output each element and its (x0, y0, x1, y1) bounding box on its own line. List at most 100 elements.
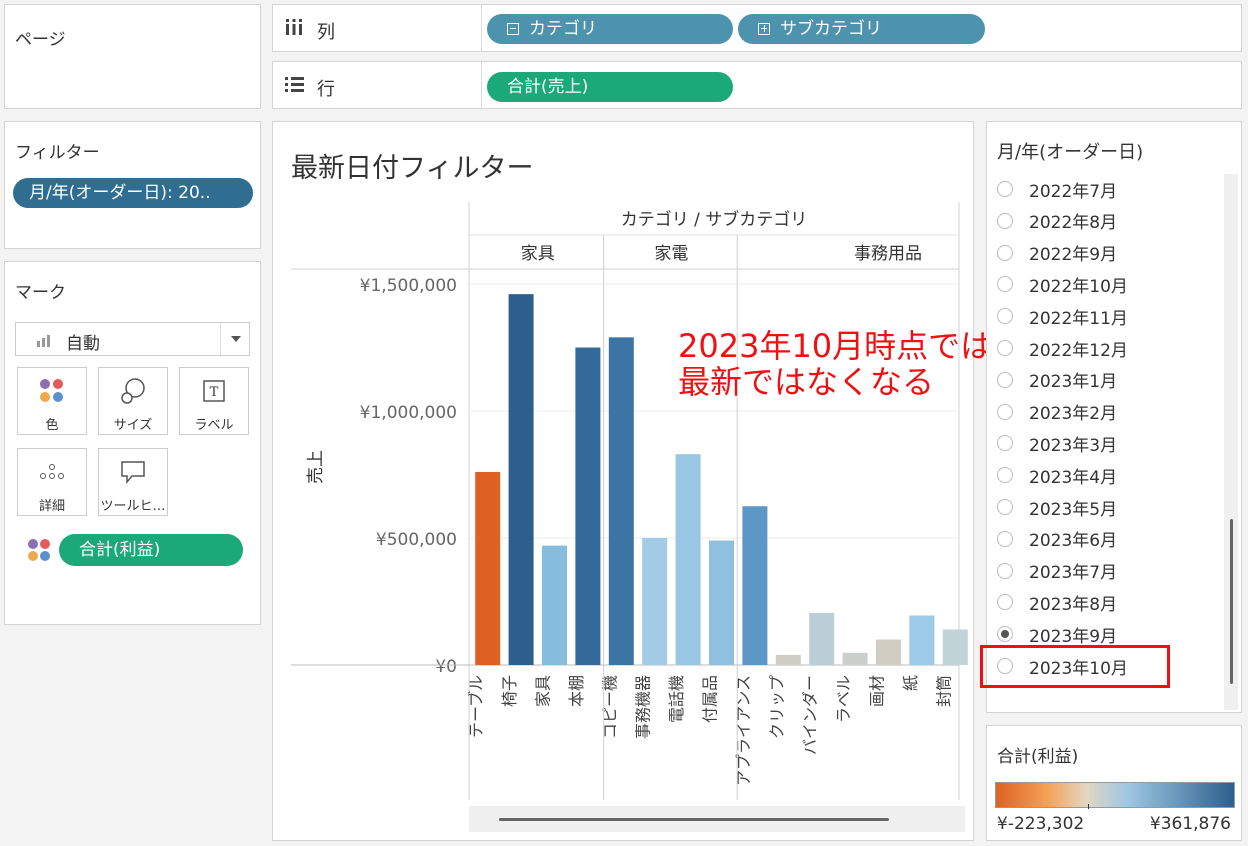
date-option-list[interactable]: 2022年7月 2022年8月 2022年9月 2022年10月 2022年11月 202… (987, 174, 1231, 714)
subcategory-pill[interactable]: サブカテゴリ (738, 14, 985, 44)
text-label-icon: T (203, 380, 225, 406)
date-option-label: 2023年8月 (1029, 594, 1118, 615)
shelf-divider (481, 5, 482, 51)
date-option-label: 2023年7月 (1029, 563, 1118, 584)
date-filter-pill[interactable]: 月/年(オーダー日): 20.. (13, 178, 253, 208)
date-option-label: 2023年4月 (1029, 467, 1118, 488)
radio-button[interactable] (997, 308, 1013, 325)
marks-panel[interactable]: マーク 自動 色 サイズ T ラベル 詳細 ツールヒ… 合計(利益) (4, 261, 261, 625)
radio-button[interactable] (997, 244, 1013, 261)
tooltip-button[interactable]: ツールヒ… (98, 448, 168, 516)
date-option-10[interactable]: 2023年4月 (997, 460, 1117, 490)
chevron-down-icon[interactable] (231, 336, 241, 342)
columns-shelf[interactable]: 列 カテゴリ サブカテゴリ (272, 4, 1242, 52)
radio-button[interactable] (997, 626, 1013, 643)
category-pill[interactable]: カテゴリ (487, 14, 733, 44)
date-option-6[interactable]: 2022年12月 (997, 333, 1128, 363)
date-option-5[interactable]: 2022年11月 (997, 301, 1128, 331)
date-option-4[interactable]: 2022年10月 (997, 269, 1128, 299)
svg-text:T: T (210, 385, 219, 400)
bar (942, 629, 968, 665)
detail-button[interactable]: 詳細 (17, 448, 87, 516)
date-option-label: 2023年9月 (1029, 626, 1118, 647)
bar (542, 545, 567, 665)
subcategory-pill-label: サブカテゴリ (780, 19, 882, 39)
x-tick-label: 付属品 (701, 675, 720, 723)
bar (909, 615, 935, 665)
date-option-11[interactable]: 2023年5月 (997, 492, 1117, 522)
radio-button[interactable] (997, 340, 1013, 356)
profit-legend-card: 合計(利益) ¥-223,302 ¥361,876 (986, 725, 1242, 841)
date-option-label: 2023年6月 (1029, 531, 1118, 552)
date-filter-title: 月/年(オーダー日) (997, 142, 1144, 163)
group-header: 家電 (654, 244, 688, 264)
bar-chart[interactable]: ¥0 ¥500,000 ¥1,000,000 ¥1,500,000 売上 カテゴリ / サ… (273, 122, 973, 840)
date-option-label: 2022年8月 (1029, 213, 1118, 234)
legend-max-label: ¥361,876 (1149, 814, 1231, 834)
detail-button-label: 詳細 (38, 499, 65, 514)
bar (608, 337, 634, 665)
date-filter-card[interactable]: 月/年(オーダー日) 2022年7月 2022年8月 2022年9月 2022年10月… (986, 121, 1242, 713)
expand-icon[interactable] (758, 23, 770, 35)
pages-title: ページ (15, 30, 66, 50)
color-dots-icon (39, 378, 65, 408)
rows-shelf[interactable]: 行 合計(売上) (272, 61, 1242, 109)
chart-sheet[interactable]: 最新日付フィルター ¥0 ¥500,000 ¥1,000,000 ¥1,500,000… (272, 121, 992, 841)
date-option-label: 2023年5月 (1029, 499, 1118, 520)
date-option-label: 2023年1月 (1029, 372, 1118, 393)
color-button-label: 色 (45, 418, 59, 433)
collapse-icon[interactable] (507, 23, 519, 35)
radio-button[interactable] (997, 181, 1013, 197)
bar (508, 294, 534, 665)
radio-button[interactable] (997, 276, 1013, 293)
mark-type-dropdown[interactable]: 自動 (15, 322, 250, 356)
label-button[interactable]: T ラベル (179, 367, 249, 435)
x-tick-label: 電話機 (667, 675, 686, 723)
annotation-text: 2023年10月時点では 最新ではなくなる (678, 328, 992, 400)
vertical-scrollbar[interactable] (1224, 174, 1238, 710)
date-option-label: 2023年2月 (1029, 404, 1118, 425)
radio-button[interactable] (997, 467, 1013, 484)
horizontal-scrollbar[interactable] (469, 806, 965, 832)
scrollbar-thumb[interactable] (499, 818, 889, 821)
date-option-label: 2022年12月 (1029, 340, 1128, 361)
color-button[interactable]: 色 (17, 367, 87, 435)
date-option-2[interactable]: 2022年8月 (997, 206, 1117, 236)
date-option-7[interactable]: 2023年1月 (997, 365, 1117, 395)
x-tick-label: 封筒 (934, 675, 953, 707)
radio-button[interactable] (997, 562, 1013, 579)
radio-button[interactable] (997, 403, 1013, 420)
date-option-8[interactable]: 2023年2月 (997, 397, 1117, 427)
x-tick-label: 家具 (534, 675, 553, 707)
bar (842, 652, 868, 665)
x-tick-label: 画材 (868, 675, 887, 707)
profit-sum-pill[interactable]: 合計(利益) (59, 534, 243, 566)
x-tick-label: クリップ (767, 675, 786, 739)
bar-chart-icon (36, 333, 52, 352)
date-option-label: 2022年9月 (1029, 245, 1118, 266)
date-option-9[interactable]: 2023年3月 (997, 428, 1117, 458)
radio-button[interactable] (997, 499, 1013, 515)
date-option-14[interactable]: 2023年8月 (997, 587, 1117, 617)
date-option-3[interactable]: 2022年9月 (997, 238, 1117, 268)
radio-button[interactable] (997, 371, 1013, 388)
filters-panel[interactable]: フィルター 月/年(オーダー日): 20.. (4, 121, 261, 249)
radio-button[interactable] (997, 594, 1013, 611)
size-button[interactable]: サイズ (98, 367, 168, 435)
date-option-12[interactable]: 2023年6月 (997, 524, 1117, 554)
date-option-1[interactable]: 2022年7月 (997, 174, 1117, 204)
filters-title: フィルター (15, 143, 100, 163)
date-option-label: 2022年11月 (1029, 308, 1128, 329)
sales-sum-pill[interactable]: 合計(売上) (487, 72, 733, 102)
y-tick-label: ¥500,000 (376, 530, 457, 550)
bar (742, 506, 768, 665)
radio-button[interactable] (997, 212, 1013, 229)
bar (775, 654, 801, 665)
tooltip-button-label: ツールヒ… (100, 499, 166, 514)
radio-button[interactable] (997, 530, 1013, 547)
date-option-13[interactable]: 2023年7月 (997, 556, 1117, 586)
scrollbar-thumb[interactable] (1230, 519, 1233, 684)
highlight-box (980, 645, 1170, 688)
radio-button[interactable] (997, 435, 1013, 452)
pages-panel[interactable]: ページ (4, 4, 261, 109)
